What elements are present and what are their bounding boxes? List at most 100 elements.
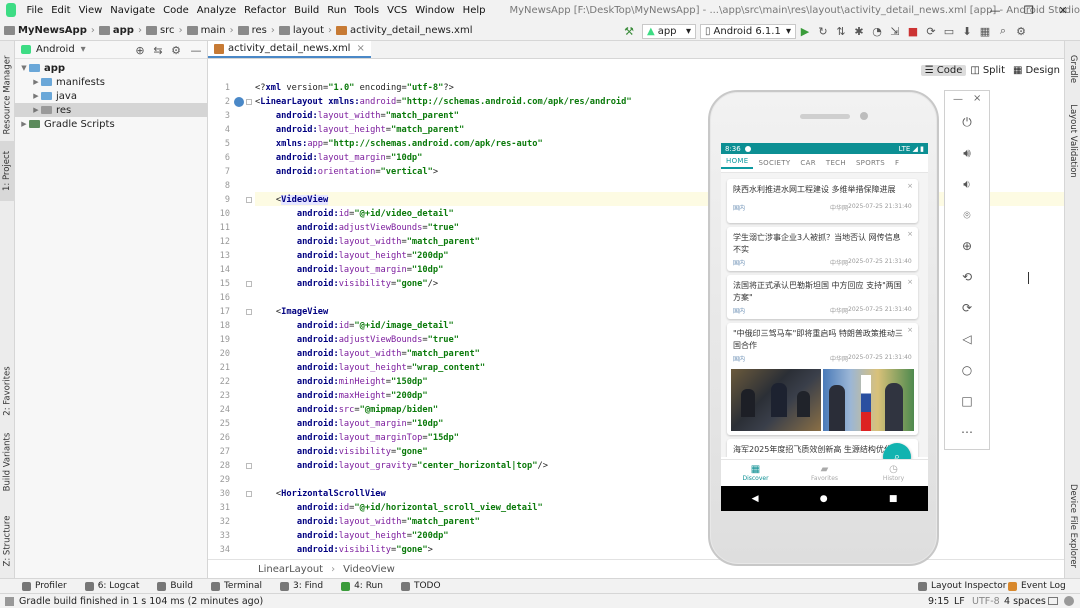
code-line[interactable]: android:visibility="gone"/> xyxy=(255,277,438,291)
sync-gradle-icon[interactable]: ⟳ xyxy=(922,22,940,40)
breadcrumb-res[interactable]: res › xyxy=(234,25,275,36)
code-line[interactable]: android:layout_marginTop="15dp" xyxy=(255,431,459,445)
code-line[interactable]: <ImageView xyxy=(255,305,328,319)
menu-view[interactable]: View xyxy=(75,5,107,16)
menu-help[interactable]: Help xyxy=(459,5,490,16)
collapse-arrow-icon[interactable]: ▶ xyxy=(31,78,41,86)
menu-tools[interactable]: Tools xyxy=(350,5,383,16)
code-line[interactable]: android:layout_width="match_parent" xyxy=(255,109,459,123)
breadcrumb-layout[interactable]: layout › xyxy=(275,25,332,36)
home-icon[interactable]: ○ xyxy=(945,363,989,377)
code-line[interactable]: android:id="@+id/image_detail" xyxy=(255,319,454,333)
fold-marker-icon[interactable] xyxy=(246,491,252,497)
run-icon[interactable]: ▶ xyxy=(796,22,814,40)
overview-icon[interactable]: □ xyxy=(945,394,989,408)
xml-crumb-videoview[interactable]: VideoView xyxy=(343,564,395,575)
code-line[interactable]: android:adjustViewBounds="true" xyxy=(255,221,459,235)
gradle-tab[interactable]: Gradle xyxy=(1065,49,1080,89)
menu-code[interactable]: Code xyxy=(159,5,193,16)
design-mode-button[interactable]: ▦ Design xyxy=(1009,65,1064,76)
nav-history[interactable]: ◷ History xyxy=(859,460,928,486)
code-line[interactable]: <?xml version="1.0" encoding="utf-8"?> xyxy=(255,81,454,95)
lock-icon[interactable] xyxy=(1048,597,1058,605)
code-line[interactable]: android:layout_height="wrap_content" xyxy=(255,361,485,375)
dismiss-icon[interactable]: × xyxy=(907,326,913,334)
code-line[interactable]: android:layout_gravity="center_horizonta… xyxy=(255,459,548,473)
code-line[interactable]: android:visibility="gone"> xyxy=(255,543,433,557)
minimize-button[interactable]: — xyxy=(978,0,1012,20)
file-encoding[interactable]: UTF-8 xyxy=(972,596,1000,607)
run-tab[interactable]: 4: Run xyxy=(341,581,383,591)
indent-setting[interactable]: 4 spaces xyxy=(1004,596,1046,607)
camera-icon[interactable]: ⌾ xyxy=(945,208,989,223)
tree-item-res[interactable]: ▶ res xyxy=(15,103,207,117)
search-everywhere-icon[interactable]: ⌕ xyxy=(994,22,1012,40)
dismiss-icon[interactable]: × xyxy=(907,278,913,286)
apply-code-icon[interactable]: ⇅ xyxy=(832,22,850,40)
code-line[interactable]: android:visibility="gone" xyxy=(255,445,428,459)
tab-society[interactable]: SOCIETY xyxy=(753,159,795,167)
menu-analyze[interactable]: Analyze xyxy=(193,5,240,16)
collapse-arrow-icon[interactable]: ▶ xyxy=(31,92,41,100)
fold-marker-icon[interactable] xyxy=(246,281,252,287)
code-line[interactable]: android:layout_width="match_parent" xyxy=(255,515,480,529)
code-line[interactable]: android:maxHeight="200dp" xyxy=(255,389,428,403)
rotate-right-icon[interactable]: ⟳ xyxy=(945,301,989,315)
hide-panel-icon[interactable]: — xyxy=(187,41,205,59)
code-line[interactable]: android:layout_margin="10dp" xyxy=(255,151,422,165)
stop-icon[interactable]: ■ xyxy=(904,22,922,40)
breadcrumb-file[interactable]: activity_detail_news.xml xyxy=(332,25,473,36)
build-variants-tab[interactable]: Build Variants xyxy=(0,431,15,493)
fold-marker-icon[interactable] xyxy=(246,197,252,203)
hammer-icon[interactable]: ⚒ xyxy=(620,22,638,40)
code-line[interactable]: android:adjustViewBounds="true" xyxy=(255,333,459,347)
collapse-arrow-icon[interactable]: ▶ xyxy=(19,120,29,128)
code-line[interactable]: <VideoView xyxy=(255,193,329,207)
close-emulator-icon[interactable]: × xyxy=(973,93,981,104)
collapse-arrow-icon[interactable]: ▶ xyxy=(31,106,41,114)
editor-tab-activity-detail-news[interactable]: activity_detail_news.xml × xyxy=(208,41,371,58)
apply-changes-icon[interactable]: ↻ xyxy=(814,22,832,40)
code-line[interactable]: android:minHeight="150dp" xyxy=(255,375,428,389)
menu-refactor[interactable]: Refactor xyxy=(240,5,290,16)
build-tab[interactable]: Build xyxy=(157,581,193,591)
gear-icon[interactable]: ⚙ xyxy=(167,41,185,59)
code-line[interactable]: android:layout_margin="10dp" xyxy=(255,263,443,277)
tab-more[interactable]: F xyxy=(890,159,904,167)
nav-discover[interactable]: ▦ Discover xyxy=(721,460,790,486)
device-file-explorer-tab[interactable]: Device File Explorer xyxy=(1065,481,1080,571)
device-select[interactable]: ▯ Android 6.1.1 ▾ xyxy=(700,23,796,39)
menu-run[interactable]: Run xyxy=(323,5,350,16)
chevron-down-icon[interactable]: ▾ xyxy=(81,44,86,55)
sdk-manager-icon[interactable]: ⬇ xyxy=(958,22,976,40)
structure-tab[interactable]: Z: Structure xyxy=(0,511,15,571)
project-view-select[interactable]: Android xyxy=(36,44,75,55)
code-line[interactable]: <LinearLayout xmlns:android="http://sche… xyxy=(255,95,632,109)
collapse-all-icon[interactable]: ⇆ xyxy=(149,41,167,59)
profile-icon[interactable]: ◔ xyxy=(868,22,886,40)
resource-manager-tab[interactable]: Resource Manager xyxy=(0,55,15,135)
tree-item-gradle-scripts[interactable]: ▶ Gradle Scripts xyxy=(15,117,207,131)
fold-marker-icon[interactable] xyxy=(246,99,252,105)
fold-marker-icon[interactable] xyxy=(246,309,252,315)
news-card[interactable]: 法国将正式承认巴勒斯坦国 中方回应 支持"两国方案" × 国内 中华网 2025-0… xyxy=(727,275,918,319)
menu-file[interactable]: File xyxy=(22,5,47,16)
locate-icon[interactable]: ⊕ xyxy=(131,41,149,59)
tab-sports[interactable]: SPORTS xyxy=(851,159,890,167)
menu-window[interactable]: Window xyxy=(411,5,458,16)
run-config-select[interactable]: ▲ app ▾ xyxy=(642,23,696,39)
layout-inspector-icon[interactable]: ▦ xyxy=(976,22,994,40)
find-tab[interactable]: 3: Find xyxy=(280,581,323,591)
todo-tab[interactable]: TODO xyxy=(400,581,441,591)
code-line[interactable]: android:layout_height="200dp" xyxy=(255,249,449,263)
class-gutter-icon[interactable] xyxy=(234,97,244,107)
fold-marker-icon[interactable] xyxy=(246,463,252,469)
breadcrumb-main[interactable]: main › xyxy=(183,25,234,36)
tab-tech[interactable]: TECH xyxy=(821,159,851,167)
close-tab-icon[interactable]: × xyxy=(356,43,364,54)
layout-validation-tab[interactable]: Layout Validation xyxy=(1065,101,1080,181)
code-mode-button[interactable]: ☰ Code xyxy=(920,64,967,76)
tree-item-manifests[interactable]: ▶ manifests xyxy=(15,75,207,89)
news-card[interactable]: 陕西水利推进水网工程建设 多维举措保障进展 × 国内 中华网 2025-07-25 … xyxy=(727,179,918,223)
volume-up-icon[interactable]: 🔊︎ xyxy=(945,146,989,161)
